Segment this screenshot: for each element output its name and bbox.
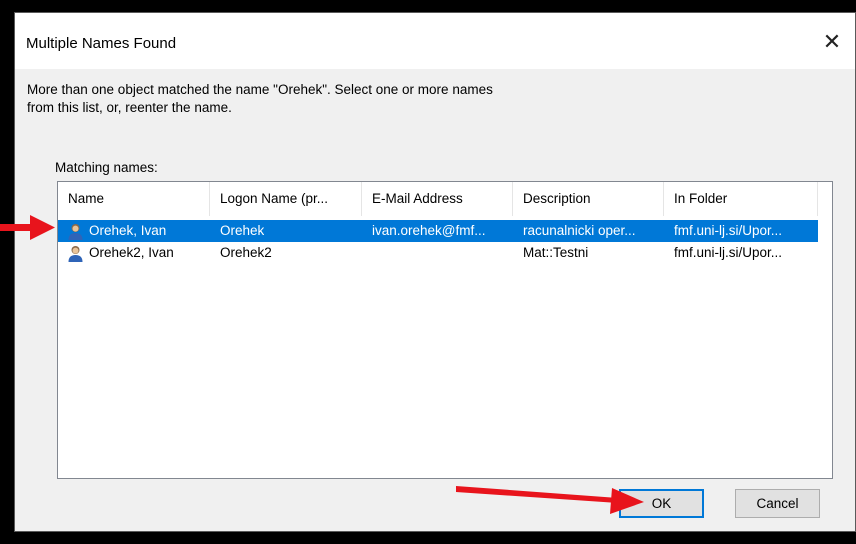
- dialog-title: Multiple Names Found: [26, 35, 177, 52]
- title-bar: Multiple Names Found ✕: [15, 13, 855, 69]
- cell-email: [372, 242, 512, 264]
- cancel-button[interactable]: Cancel: [735, 489, 820, 518]
- user-icon: [68, 246, 83, 262]
- cell-logon: Orehek: [220, 223, 265, 238]
- message-line-1: More than one object matched the name "O…: [27, 82, 493, 97]
- column-header-logon-name[interactable]: Logon Name (pr...: [210, 182, 362, 216]
- instruction-message: More than one object matched the name "O…: [27, 81, 627, 117]
- matching-names-list[interactable]: Name Logon Name (pr... E-Mail Address De…: [57, 181, 833, 479]
- cell-name: Orehek2, Ivan: [89, 245, 174, 260]
- cell-description: Mat::Testni: [523, 245, 589, 260]
- column-header-email[interactable]: E-Mail Address: [362, 182, 513, 216]
- cell-name: Orehek, Ivan: [89, 223, 167, 238]
- cell-folder: fmf.uni-lj.si/Upor...: [674, 245, 783, 260]
- user-icon: [68, 224, 83, 240]
- column-header-in-folder[interactable]: In Folder: [664, 182, 818, 216]
- matching-names-label: Matching names:: [55, 160, 158, 175]
- column-header-name[interactable]: Name: [58, 182, 210, 216]
- column-header-row: Name Logon Name (pr... E-Mail Address De…: [58, 182, 832, 216]
- cell-email: ivan.orehek@fmf...: [372, 223, 486, 238]
- red-arrow-icon: [456, 486, 644, 514]
- cell-folder: fmf.uni-lj.si/Upor...: [674, 223, 783, 238]
- close-button[interactable]: ✕: [817, 27, 847, 57]
- close-icon: ✕: [822, 29, 842, 55]
- multiple-names-dialog: Multiple Names Found ✕ More than one obj…: [14, 12, 856, 532]
- red-arrow-icon: [0, 215, 55, 240]
- cell-description: racunalnicki oper...: [523, 223, 636, 238]
- cell-logon: Orehek2: [220, 245, 272, 260]
- message-line-2: from this list, or, reenter the name.: [27, 100, 232, 115]
- table-row[interactable]: Orehek, Ivan Orehek ivan.orehek@fmf... r…: [58, 220, 818, 242]
- table-row[interactable]: Orehek2, Ivan Orehek2 Mat::Testni fmf.un…: [58, 242, 818, 264]
- column-header-description[interactable]: Description: [513, 182, 664, 216]
